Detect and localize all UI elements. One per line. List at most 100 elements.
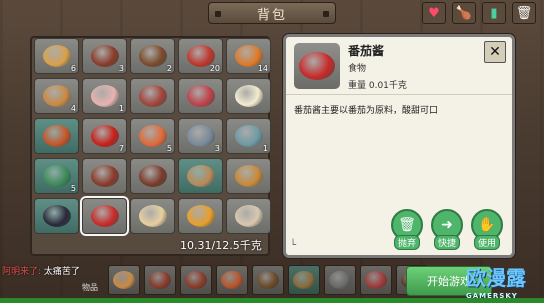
- inventory-slot[interactable]: 4: [34, 78, 79, 114]
- grilled-fish-icon: [42, 125, 71, 147]
- watermark-logo: 欧漫露 GAMERSKY: [466, 262, 544, 300]
- backpack-title-bar: 背包: [208, 2, 336, 24]
- hotbar-slot[interactable]: [288, 265, 320, 295]
- inventory-slot[interactable]: 6: [34, 38, 79, 74]
- health-bar: [0, 298, 544, 303]
- tomato-sauce-icon: [299, 52, 335, 80]
- hotbar-label: 物品: [82, 283, 98, 292]
- mushroom-plate-icon: [234, 205, 263, 227]
- noodle-soup-icon: [186, 205, 215, 227]
- detail-item-icon: [294, 43, 340, 89]
- inventory-slot[interactable]: 3: [82, 38, 127, 74]
- inventory-slot[interactable]: 7: [82, 118, 127, 154]
- inventory-slot[interactable]: [130, 198, 175, 234]
- chicken-icon: [90, 85, 119, 107]
- use-label: 使用: [473, 235, 500, 250]
- black-beans-icon: [42, 205, 71, 227]
- inventory-slot[interactable]: [34, 118, 79, 154]
- steak-icon: [186, 85, 215, 107]
- inventory-slot[interactable]: [226, 158, 271, 194]
- wood-tool-icon: [293, 271, 315, 289]
- dumpling-plate-icon: [138, 205, 167, 227]
- item-count: 2: [166, 64, 172, 73]
- item-count: 5: [70, 184, 76, 193]
- item-count: 4: [70, 104, 76, 113]
- inventory-slot[interactable]: [82, 158, 127, 194]
- hotbar-slot[interactable]: [108, 265, 140, 295]
- item-count: 20: [209, 64, 220, 73]
- corner-decoration-icon: └: [290, 240, 297, 251]
- close-button[interactable]: ✕: [484, 41, 506, 63]
- chat-line: 阿明来了: 太痛苦了: [2, 267, 80, 277]
- inventory-slot[interactable]: [80, 196, 129, 236]
- pickaxe-icon: [329, 271, 351, 289]
- item-count: 6: [70, 64, 76, 73]
- inventory-slot[interactable]: [34, 198, 79, 234]
- hotbar-slot[interactable]: [360, 265, 392, 295]
- title-rivet: [323, 11, 329, 17]
- shortcut-button[interactable]: ➜ 快捷: [430, 209, 464, 251]
- inventory-slot[interactable]: 1: [82, 78, 127, 114]
- hotbar-slot[interactable]: [180, 265, 212, 295]
- curry-plate-icon: [234, 165, 263, 187]
- inventory-slot[interactable]: 3: [178, 118, 223, 154]
- heart-icon[interactable]: ♥: [422, 2, 446, 24]
- chest-icon: [257, 271, 279, 289]
- item-count: 3: [118, 64, 124, 73]
- hotbar-slot[interactable]: [324, 265, 356, 295]
- watermark-text: 欧漫露: [466, 266, 526, 290]
- inventory-slot[interactable]: [178, 198, 223, 234]
- item-detail-panel: 番茄酱 食物 重量 0.01千克 ✕ 番茄酱主要以番茄为原料，酸甜可口 └ 🗑 …: [283, 34, 515, 258]
- item-name: 番茄酱: [348, 44, 385, 58]
- inventory-slot[interactable]: 2: [130, 38, 175, 74]
- eel-icon: [186, 125, 215, 147]
- tomato-sauce-icon: [90, 205, 119, 227]
- item-count: 1: [118, 104, 124, 113]
- drumstick-icon[interactable]: 🍗: [452, 2, 476, 24]
- use-button[interactable]: ✋ 使用: [470, 209, 504, 251]
- inventory-slot[interactable]: [178, 78, 223, 114]
- steak-icon: [365, 271, 387, 289]
- kebab-icon: [149, 271, 171, 289]
- shortcut-label: 快捷: [433, 235, 460, 250]
- fish-icon: [221, 271, 243, 289]
- item-count: 14: [257, 64, 268, 73]
- cup-icon[interactable]: ▮: [482, 2, 506, 24]
- chat-user: 阿明来了: [2, 267, 39, 277]
- inventory-slot[interactable]: 5: [34, 158, 79, 194]
- discard-button[interactable]: 🗑 抛弃: [390, 209, 424, 251]
- inventory-slot[interactable]: [130, 158, 175, 194]
- milk-bottle-icon: [234, 85, 263, 107]
- weight-capacity: 10.31/12.5千克: [180, 239, 262, 252]
- fish-icon: [138, 125, 167, 147]
- top-tab-bar: ♥ 🍗 ▮ 🗑: [422, 2, 536, 24]
- inventory-slot[interactable]: [130, 78, 175, 114]
- inventory-slot[interactable]: [226, 198, 271, 234]
- inventory-slot[interactable]: 1: [226, 118, 271, 154]
- ribs-icon: [138, 85, 167, 107]
- seaweed-icon: [42, 165, 71, 187]
- coconut-icon: [138, 45, 167, 67]
- braised-dish-icon: [185, 271, 207, 289]
- hotbar-slot[interactable]: [216, 265, 248, 295]
- hotbar-slot[interactable]: [144, 265, 176, 295]
- inventory-slot[interactable]: 14: [226, 38, 271, 74]
- trash-icon[interactable]: 🗑: [512, 2, 536, 24]
- chat-message: 太痛苦了: [43, 267, 80, 277]
- inventory-slot[interactable]: [226, 78, 271, 114]
- detail-header: 番茄酱 食物 重量 0.01千克 ✕: [286, 37, 512, 95]
- detail-actions: 🗑 抛弃 ➜ 快捷 ✋ 使用: [390, 209, 504, 251]
- kebab-plate-icon: [90, 165, 119, 187]
- title-rivet: [215, 11, 221, 17]
- item-count: 7: [118, 144, 124, 153]
- wheat-bundle-icon: [42, 45, 71, 67]
- hotbar: [108, 265, 428, 295]
- discard-label: 抛弃: [393, 235, 420, 250]
- potato-icon: [42, 85, 71, 107]
- inventory-slot[interactable]: [178, 158, 223, 194]
- coconut-drink-icon: [186, 165, 215, 187]
- inventory-slot[interactable]: 5: [130, 118, 175, 154]
- hotbar-slot[interactable]: [252, 265, 284, 295]
- inventory-slot[interactable]: 20: [178, 38, 223, 74]
- chili-icon: [90, 125, 119, 147]
